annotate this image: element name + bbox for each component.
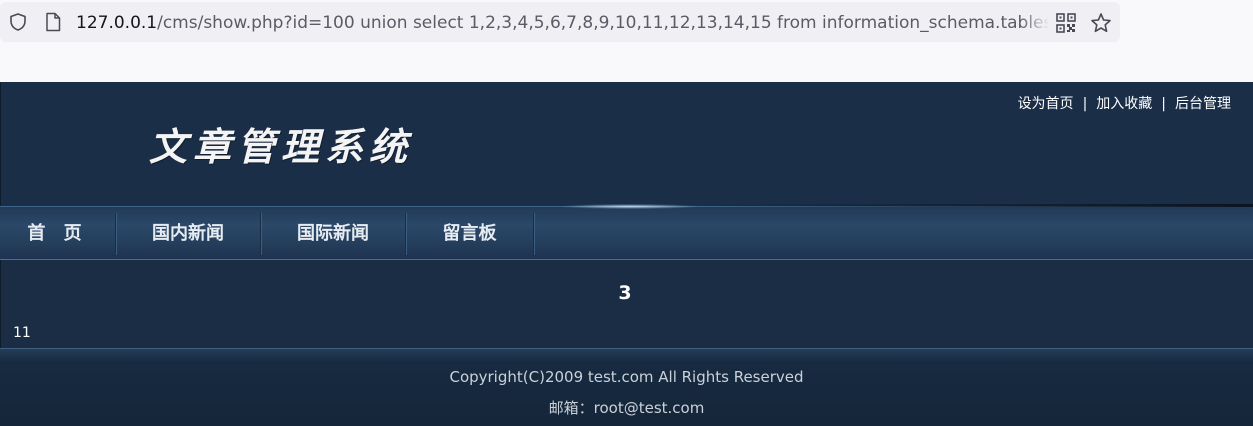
nav-item-label: 国际新闻 xyxy=(297,223,369,244)
admin-link[interactable]: 后台管理 xyxy=(1175,93,1231,113)
top-links: 设为首页 | 加入收藏 | 后台管理 xyxy=(1018,93,1231,113)
nav-divider xyxy=(693,204,1253,207)
url-path: /cms/show.php?id=100 union select 1,2,3,… xyxy=(157,13,1048,33)
url-bar[interactable]: 127.0.0.1/cms/show.php?id=100 union sele… xyxy=(0,2,1120,42)
nav-item-domestic-news[interactable]: 国内新闻 xyxy=(116,213,261,255)
nav-item-label: 留言板 xyxy=(442,223,497,244)
qr-code-icon[interactable] xyxy=(1056,13,1076,33)
nav-item-label: 首 页 xyxy=(27,223,88,244)
nav-item-home[interactable]: 首 页 xyxy=(0,213,116,255)
article-title: 3 xyxy=(618,282,632,304)
nav-item-international-news[interactable]: 国际新闻 xyxy=(261,213,406,255)
url-fade xyxy=(1020,8,1050,38)
article-body: 11 xyxy=(13,325,31,341)
add-favorite-link[interactable]: 加入收藏 xyxy=(1096,93,1152,113)
cms-page: 设为首页 | 加入收藏 | 后台管理 文章管理系统 首 页 国内新闻 国际新闻 留言板 … xyxy=(0,82,1253,426)
set-homepage-link[interactable]: 设为首页 xyxy=(1018,93,1074,113)
url-input[interactable]: 127.0.0.1/cms/show.php?id=100 union sele… xyxy=(76,12,1048,34)
nav-item-label: 国内新闻 xyxy=(152,223,224,244)
contact-email: 邮箱：root@test.com xyxy=(548,399,705,417)
url-host: 127.0.0.1 xyxy=(76,13,158,33)
main-nav: 首 页 国内新闻 国际新闻 留言板 xyxy=(0,204,1253,260)
browser-chrome: 127.0.0.1/cms/show.php?id=100 union sele… xyxy=(0,0,1253,82)
site-footer: Copyright(C)2009 test.com All Rights Res… xyxy=(0,348,1253,426)
article-content: 3 11 xyxy=(0,260,1253,348)
nav-glow xyxy=(560,204,700,209)
site-header: 设为首页 | 加入收藏 | 后台管理 文章管理系统 xyxy=(0,82,1253,206)
link-separator: | xyxy=(1161,96,1166,112)
shield-icon[interactable] xyxy=(8,12,28,32)
link-separator: | xyxy=(1082,96,1088,112)
nav-item-message-board[interactable]: 留言板 xyxy=(406,213,534,255)
bookmark-star-icon[interactable] xyxy=(1090,12,1112,34)
page-icon xyxy=(46,12,61,32)
copyright-text: Copyright(C)2009 test.com All Rights Res… xyxy=(449,368,804,386)
site-logo: 文章管理系统 xyxy=(149,124,414,169)
